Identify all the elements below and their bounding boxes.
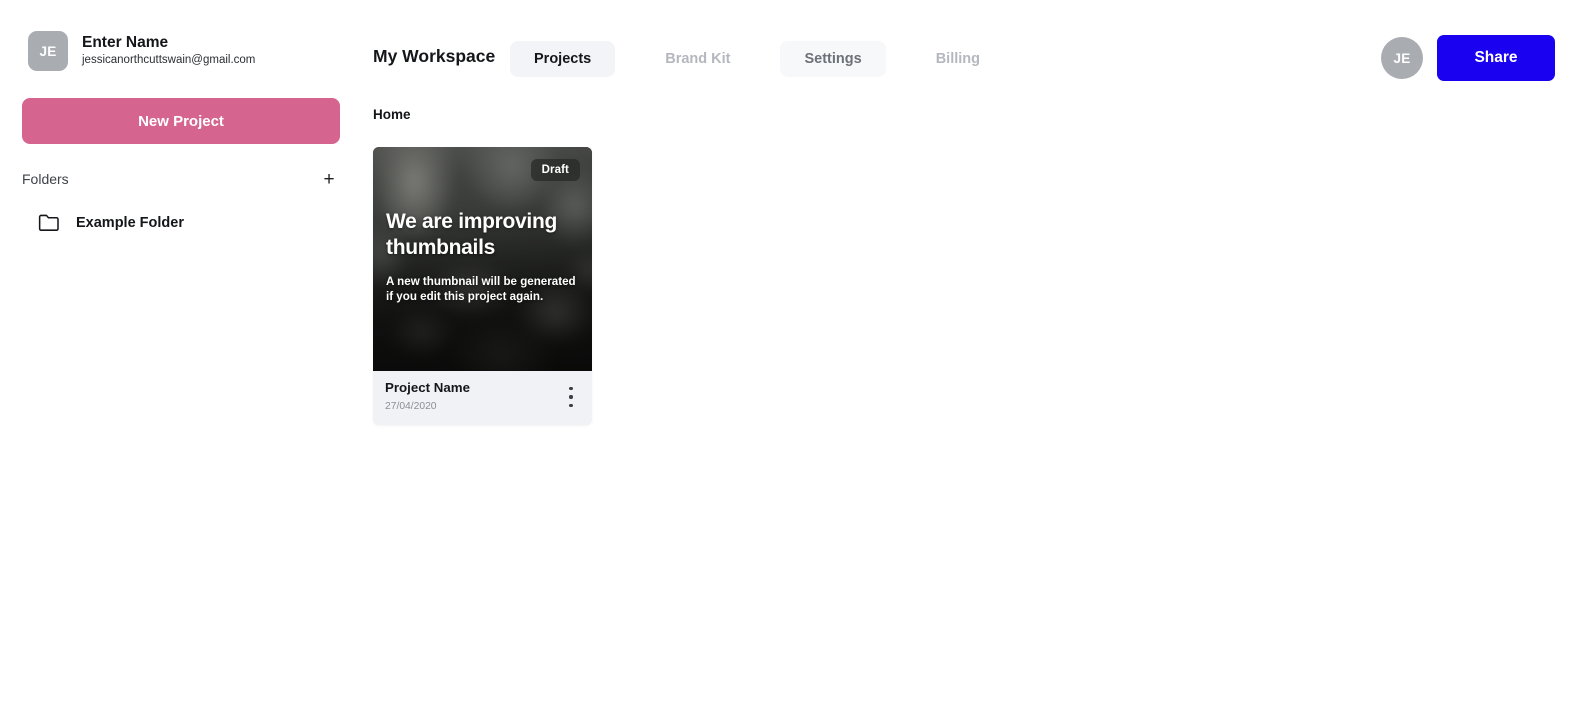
project-card-footer: Project Name 27/04/2020 (373, 371, 592, 425)
sidebar-item-example-folder[interactable]: Example Folder (38, 214, 318, 232)
kebab-dot (569, 387, 573, 391)
project-date: 27/04/2020 (385, 400, 437, 412)
avatar: JE (28, 31, 68, 71)
breadcrumb[interactable]: Home (373, 107, 411, 122)
tab-brand-kit[interactable]: Brand Kit (641, 41, 754, 77)
thumbnail-headline: We are improving thumbnails (386, 210, 558, 259)
user-name: Enter Name (82, 34, 169, 52)
project-name: Project Name (385, 380, 470, 395)
user-text: Enter Name jessicanorthcuttswain@gmail.c… (82, 34, 255, 67)
tab-billing[interactable]: Billing (912, 41, 1004, 77)
share-button[interactable]: Share (1437, 35, 1555, 81)
folder-label: Example Folder (76, 215, 184, 231)
status-badge: Draft (530, 159, 580, 181)
project-card[interactable]: Draft We are improving thumbnails A new … (373, 147, 592, 425)
app-root: JE Enter Name jessicanorthcuttswain@gmai… (0, 0, 1573, 719)
tab-projects[interactable]: Projects (510, 41, 616, 77)
page-title: My Workspace (373, 46, 496, 66)
tab-bar: Projects Brand Kit Settings Billing (510, 41, 1004, 77)
top-bar-actions: JE Share (1381, 35, 1555, 81)
account-avatar[interactable]: JE (1381, 37, 1423, 79)
sidebar: JE Enter Name jessicanorthcuttswain@gmai… (0, 0, 362, 719)
kebab-menu-icon[interactable] (560, 383, 582, 411)
top-bar: My Workspace Projects Brand Kit Settings… (362, 0, 1573, 96)
user-email: jessicanorthcuttswain@gmail.com (82, 54, 256, 67)
folders-header: Folders + (22, 168, 340, 190)
thumbnail-text-block: We are improving thumbnails A new thumbn… (386, 209, 580, 304)
folder-icon (38, 214, 59, 231)
main-content: Home Draft We are improving thumbnails A… (362, 96, 1573, 719)
project-grid: Draft We are improving thumbnails A new … (373, 147, 592, 425)
folders-label: Folders (22, 171, 69, 187)
user-profile-block[interactable]: JE Enter Name jessicanorthcuttswain@gmai… (0, 0, 362, 71)
plus-icon[interactable]: + (318, 168, 340, 190)
project-thumbnail: Draft We are improving thumbnails A new … (373, 147, 592, 371)
new-project-button[interactable]: New Project (22, 98, 340, 144)
kebab-dot (569, 395, 573, 399)
tab-settings[interactable]: Settings (780, 41, 886, 77)
thumbnail-subtext: A new thumbnail will be generated if you… (386, 274, 576, 303)
kebab-dot (569, 403, 573, 407)
